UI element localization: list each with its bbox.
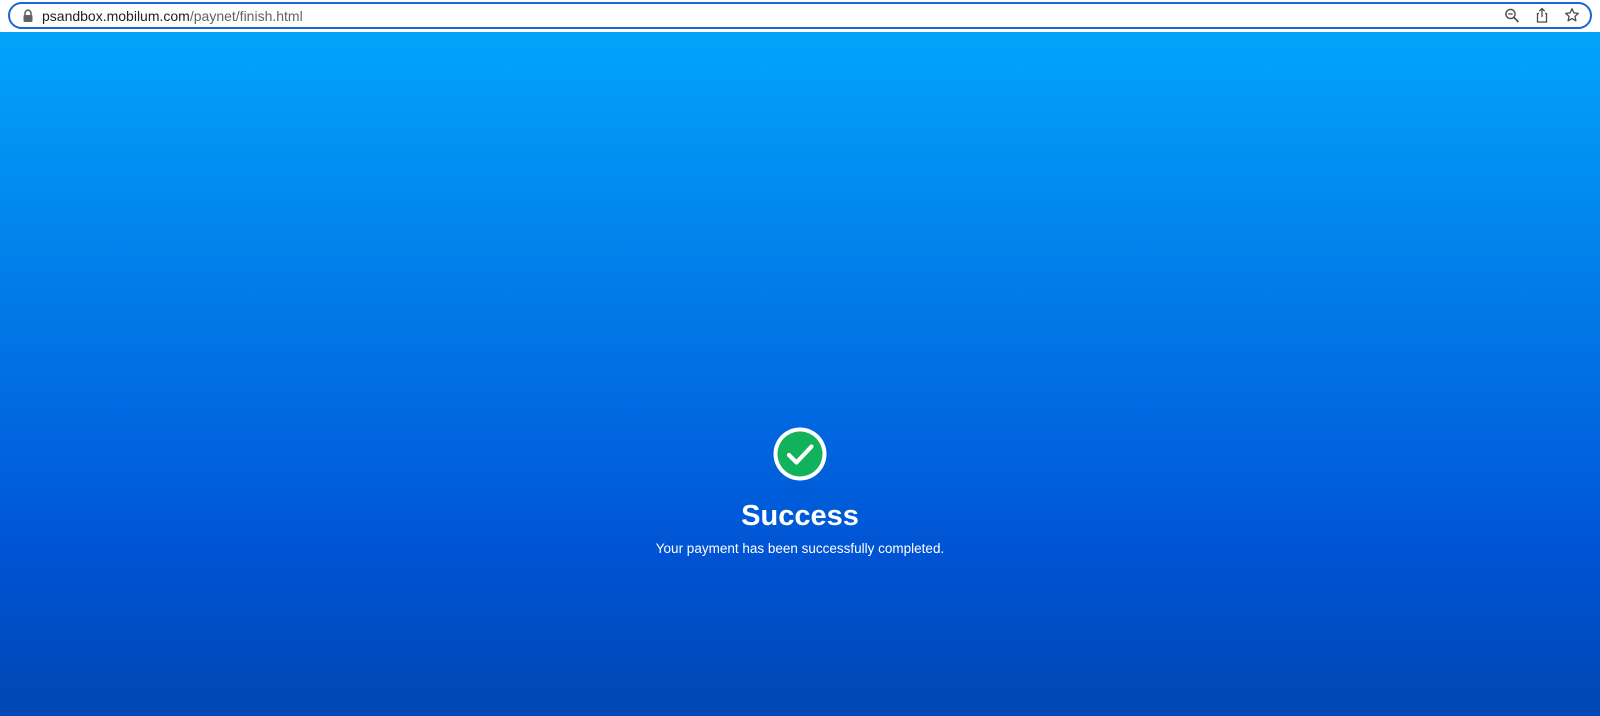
url-path: /paynet/finish.html [189, 8, 303, 24]
check-circle-icon [773, 427, 827, 481]
payment-result-page: Success Your payment has been successful… [0, 32, 1600, 716]
success-panel: Success Your payment has been successful… [0, 426, 1600, 557]
lock-icon[interactable] [22, 9, 34, 23]
url-text[interactable]: psandbox.mobilum.com/paynet/finish.html [42, 8, 303, 24]
address-bar-actions [1504, 7, 1580, 24]
success-message: Your payment has been successfully compl… [655, 541, 945, 556]
browser-toolbar: psandbox.mobilum.com/paynet/finish.html [0, 0, 1600, 32]
success-title: Success [741, 500, 859, 532]
address-bar[interactable]: psandbox.mobilum.com/paynet/finish.html [8, 2, 1592, 29]
share-icon[interactable] [1534, 7, 1550, 24]
bookmark-star-icon[interactable] [1564, 7, 1580, 24]
zoom-icon[interactable] [1504, 7, 1520, 24]
url-host: psandbox.mobilum.com [42, 8, 190, 24]
